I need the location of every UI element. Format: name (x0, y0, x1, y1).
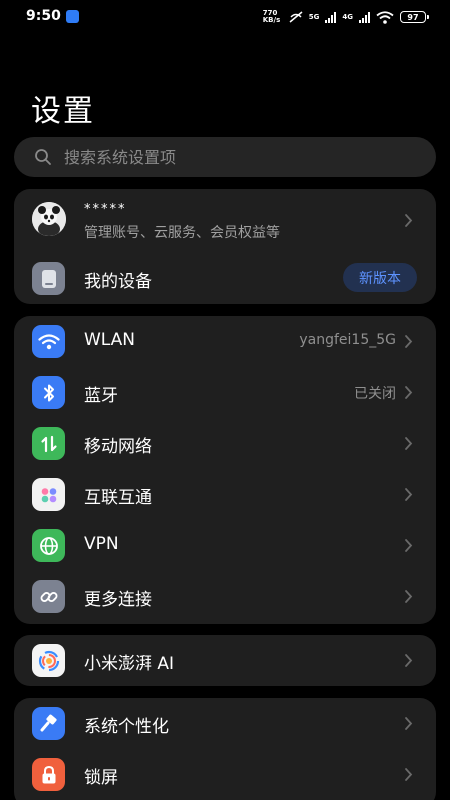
link-icon (32, 580, 65, 613)
hyperai-label: 小米澎湃 AI (84, 654, 175, 674)
search-input[interactable] (64, 147, 404, 167)
bluetooth-icon (32, 376, 65, 409)
my-device-label: 我的设备 (84, 272, 152, 292)
search-icon (35, 149, 51, 165)
bluetooth-row[interactable]: 蓝牙 已关闭 (14, 367, 436, 418)
search-bar[interactable] (14, 137, 436, 177)
interconnect-label: 互联互通 (84, 488, 152, 508)
avatar (32, 202, 66, 236)
bluetooth-value: 已关闭 (354, 386, 396, 402)
wlan-value: yangfei15_5G (299, 332, 396, 348)
personalization-label: 系统个性化 (84, 717, 169, 737)
page-title: 设置 (31, 94, 95, 129)
chevron-right-icon (405, 717, 413, 730)
interconnect-icon (32, 478, 65, 511)
device-icon (32, 262, 65, 295)
chevron-right-icon (405, 386, 413, 399)
connections-card: WLAN yangfei15_5G 蓝牙 已关闭 移动网络 互联互通 VPN 更… (14, 316, 436, 624)
personalization-row[interactable]: 系统个性化 (14, 698, 436, 749)
interconnect-row[interactable]: 互联互通 (14, 469, 436, 520)
globe-icon (32, 529, 65, 562)
more-connections-label: 更多连接 (84, 590, 152, 610)
more-connections-row[interactable]: 更多连接 (14, 571, 436, 622)
volte-icon (289, 11, 303, 23)
lock-screen-row[interactable]: 锁屏 (14, 749, 436, 800)
sim2-network-type: 4G (342, 13, 353, 21)
status-bar: 9:50 770 KB/s 5G 4G 97 (0, 0, 450, 34)
network-speed-unit: KB/s (262, 16, 281, 24)
chevron-right-icon (405, 768, 413, 781)
wlan-label: WLAN (84, 330, 136, 350)
new-version-badge[interactable]: 新版本 (343, 263, 417, 292)
wifi-status-icon (376, 10, 394, 24)
hyperai-icon (32, 644, 65, 677)
ai-card: 小米澎湃 AI (14, 635, 436, 686)
sim1-network-type: 5G (308, 13, 320, 21)
chevron-right-icon (405, 539, 413, 552)
wlan-row[interactable]: WLAN yangfei15_5G (14, 316, 436, 367)
account-subtitle: 管理账号、云服务、会员权益等 (84, 225, 280, 241)
status-icons: 770 KB/s 5G 4G 97 (263, 8, 429, 26)
chevron-right-icon (405, 214, 413, 227)
account-card: ***** 管理账号、云服务、会员权益等 我的设备 新版本 (14, 189, 436, 304)
status-time: 9:50 (26, 8, 61, 24)
hyperai-row[interactable]: 小米澎湃 AI (14, 635, 436, 686)
chevron-right-icon (405, 488, 413, 501)
chevron-right-icon (405, 654, 413, 667)
sim2-signal-icon (359, 11, 370, 23)
notification-app-icon (66, 10, 79, 23)
brush-icon (32, 707, 65, 740)
wifi-icon (32, 325, 65, 358)
mobile-network-row[interactable]: 移动网络 (14, 418, 436, 469)
mobile-network-label: 移动网络 (84, 437, 152, 457)
chevron-right-icon (405, 590, 413, 603)
account-row[interactable]: ***** 管理账号、云服务、会员权益等 (14, 189, 436, 252)
vpn-label: VPN (84, 534, 119, 554)
sim1-signal-icon (325, 11, 337, 23)
account-name: ***** (84, 202, 127, 217)
personalization-card: 系统个性化 锁屏 (14, 698, 436, 800)
network-speed: 770 KB/s (263, 10, 283, 24)
chevron-right-icon (405, 437, 413, 450)
my-device-row[interactable]: 我的设备 新版本 (14, 253, 436, 304)
bluetooth-label: 蓝牙 (84, 386, 118, 406)
battery-icon: 97 (400, 11, 429, 23)
battery-level: 97 (407, 12, 419, 22)
chevron-right-icon (405, 335, 413, 348)
mobile-data-icon (32, 427, 65, 460)
lock-screen-label: 锁屏 (84, 768, 118, 788)
vpn-row[interactable]: VPN (14, 520, 436, 571)
lock-icon (32, 758, 65, 791)
